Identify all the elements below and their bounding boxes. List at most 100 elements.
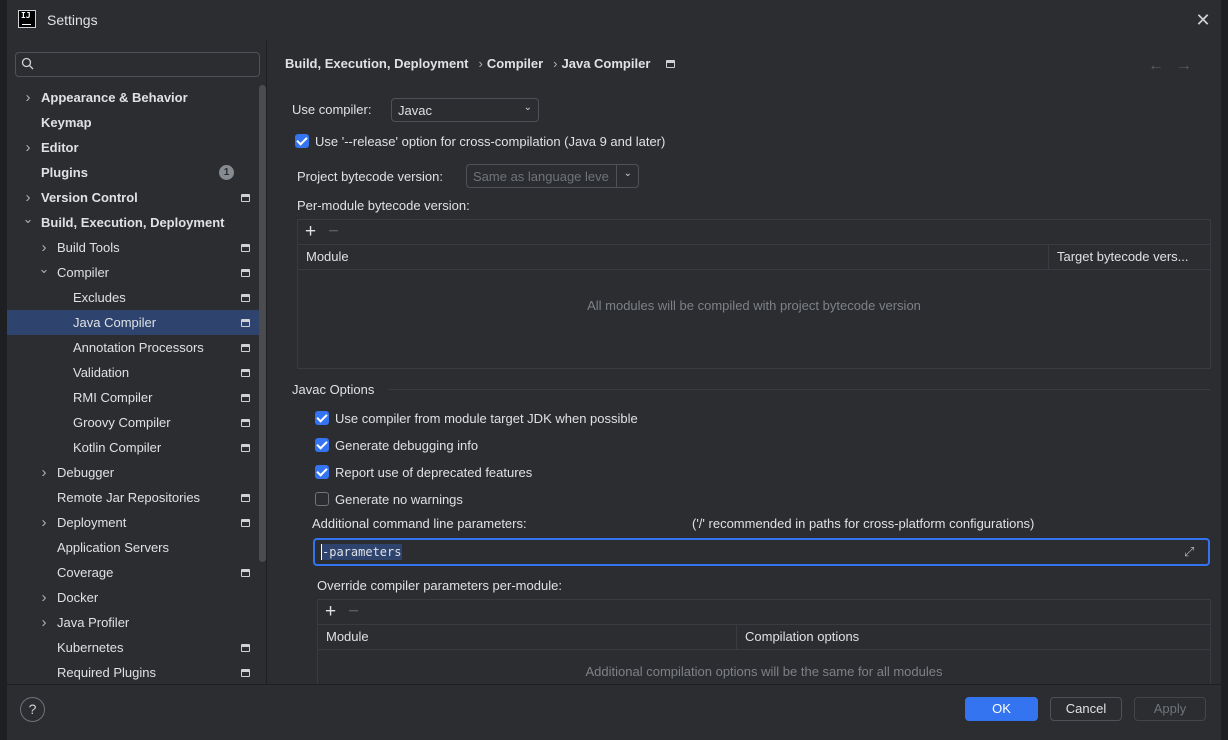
sidebar-item-label: Build, Execution, Deployment (41, 215, 225, 230)
help-button[interactable]: ? (20, 697, 45, 722)
sidebar-item-label: Kubernetes (57, 640, 124, 655)
close-icon[interactable]: ✕ (1193, 10, 1213, 30)
no-warnings-checkbox[interactable] (315, 492, 329, 506)
project-scope-icon (241, 194, 250, 202)
chevron-right-icon[interactable]: › (38, 585, 50, 610)
sidebar-item-label: Annotation Processors (73, 340, 204, 355)
release-option-label: Use '--release' option for cross-compila… (315, 134, 666, 149)
chevron-down-icon[interactable]: ⌄ (38, 256, 50, 281)
project-scope-icon (241, 569, 250, 577)
sidebar-item-remote-jar-repositories[interactable]: Remote Jar Repositories (7, 485, 266, 510)
sidebar-item-version-control[interactable]: › Version Control (7, 185, 266, 210)
sidebar-item-label: Application Servers (57, 540, 169, 555)
release-option-checkbox[interactable] (295, 134, 309, 148)
dialog-footer: ? OK Cancel Apply (7, 684, 1221, 740)
sidebar-item-required-plugins[interactable]: Required Plugins (7, 660, 266, 684)
remove-icon[interactable]: − (348, 601, 359, 623)
sidebar-item-coverage[interactable]: Coverage (7, 560, 266, 585)
settings-dialog: IJ Settings ✕ › Appearance & Behavior Keym… (7, 0, 1221, 740)
additional-params-input[interactable]: -parameters ⤢ (313, 538, 1210, 566)
chevron-down-icon[interactable]: ⌄ (22, 206, 34, 231)
column-module[interactable]: Module (298, 245, 1048, 269)
apply-button[interactable]: Apply (1134, 697, 1206, 721)
column-compilation-options[interactable]: Compilation options (736, 625, 1211, 649)
breadcrumb-item[interactable]: Build, Execution, Deployment (285, 56, 468, 71)
search-input[interactable] (40, 55, 250, 74)
settings-search[interactable] (15, 52, 260, 77)
sidebar-item-label: Docker (57, 590, 99, 605)
remove-icon[interactable]: − (328, 221, 339, 243)
sidebar-item-appearance-behavior[interactable]: › Appearance & Behavior (7, 85, 266, 110)
project-scope-icon (241, 369, 250, 377)
use-compiler-label: Use compiler: (292, 102, 372, 117)
add-icon[interactable]: + (325, 601, 336, 623)
sidebar-item-application-servers[interactable]: Application Servers (7, 535, 266, 560)
back-arrow-icon[interactable]: ← (1148, 57, 1176, 74)
sidebar-item-label: Deployment (57, 515, 127, 530)
sidebar-item-label: Kotlin Compiler (73, 440, 162, 455)
text-caret (321, 544, 322, 560)
chevron-down-icon: ⌄ (523, 102, 532, 113)
sidebar-item-groovy-compiler[interactable]: Groovy Compiler (7, 410, 266, 435)
breadcrumb: Build, Execution, Deployment › Compiler › Ja… (285, 56, 679, 71)
ok-button[interactable]: OK (965, 697, 1038, 721)
navigation-arrows: ←→ (1148, 57, 1204, 75)
project-scope-icon (241, 344, 250, 352)
chevron-right-icon[interactable]: › (22, 135, 34, 160)
breadcrumb-item[interactable]: Compiler (487, 56, 543, 71)
sidebar-item-kubernetes[interactable]: Kubernetes (7, 635, 266, 660)
sidebar-item-kotlin-compiler[interactable]: Kotlin Compiler (7, 435, 266, 460)
sidebar-item-rmi-compiler[interactable]: RMI Compiler (7, 385, 266, 410)
project-bytecode-select[interactable]: Same as language leve ⌄ (466, 164, 639, 188)
use-compiler-select[interactable]: Javac ⌄ (391, 98, 539, 122)
column-target-bytecode[interactable]: Target bytecode vers... (1048, 245, 1211, 269)
sidebar-item-annotation-processors[interactable]: Annotation Processors (7, 335, 266, 360)
forward-arrow-icon[interactable]: → (1176, 57, 1204, 74)
chevron-right-icon[interactable]: › (38, 610, 50, 635)
sidebar-item-java-profiler[interactable]: › Java Profiler (7, 610, 266, 635)
use-module-jdk-checkbox[interactable] (315, 411, 329, 425)
sidebar-item-label: Debugger (57, 465, 115, 480)
cancel-button[interactable]: Cancel (1050, 697, 1122, 721)
table-toolbar: + − (298, 220, 1210, 245)
deprecated-features-label: Report use of deprecated features (335, 465, 533, 480)
chevron-right-icon[interactable]: › (22, 85, 34, 110)
sidebar-item-debugger[interactable]: › Debugger (7, 460, 266, 485)
sidebar-item-label: RMI Compiler (73, 390, 153, 405)
sidebar-item-compiler[interactable]: ⌄ Compiler (7, 260, 266, 285)
sidebar-item-label: Appearance & Behavior (41, 90, 188, 105)
sidebar-item-label: Java Compiler (73, 315, 157, 330)
sidebar-item-label: Required Plugins (57, 665, 157, 680)
sidebar-item-validation[interactable]: Validation (7, 360, 266, 385)
sidebar-item-editor[interactable]: › Editor (7, 135, 266, 160)
sidebar-item-plugins[interactable]: Plugins 1 (7, 160, 266, 185)
table-header: Module Compilation options (318, 625, 1210, 650)
expand-icon[interactable]: ⤢ (1184, 544, 1200, 560)
sidebar-item-java-compiler[interactable]: Java Compiler (7, 310, 266, 335)
project-scope-icon (241, 269, 250, 277)
chevron-right-icon[interactable]: › (38, 510, 50, 535)
sidebar-item-deployment[interactable]: › Deployment (7, 510, 266, 535)
add-icon[interactable]: + (305, 221, 316, 243)
deprecated-features-checkbox[interactable] (315, 465, 329, 479)
sidebar-item-docker[interactable]: › Docker (7, 585, 266, 610)
empty-table-text: All modules will be compiled with projec… (587, 298, 921, 313)
sidebar-item-excludes[interactable]: Excludes (7, 285, 266, 310)
override-params-table: + − Module Compilation options Additiona… (317, 599, 1211, 689)
project-scope-icon (241, 644, 250, 652)
debug-info-checkbox[interactable] (315, 438, 329, 452)
sidebar-item-label: Validation (73, 365, 130, 380)
chevron-right-icon[interactable]: › (38, 460, 50, 485)
sidebar-item-label: Compiler (57, 265, 110, 280)
project-scope-icon (241, 494, 250, 502)
sidebar-item-label: Plugins (41, 165, 88, 180)
column-module[interactable]: Module (318, 625, 736, 649)
search-icon (21, 57, 34, 70)
sidebar-item-label: Version Control (41, 190, 138, 205)
sidebar-scrollbar[interactable] (259, 85, 266, 562)
override-params-label: Override compiler parameters per-module: (317, 578, 562, 593)
sidebar-item-build-execution-deployment[interactable]: ⌄ Build, Execution, Deployment (7, 210, 266, 235)
sidebar-item-keymap[interactable]: Keymap (7, 110, 266, 135)
no-warnings-label: Generate no warnings (335, 492, 463, 507)
table-toolbar: + − (318, 600, 1210, 625)
